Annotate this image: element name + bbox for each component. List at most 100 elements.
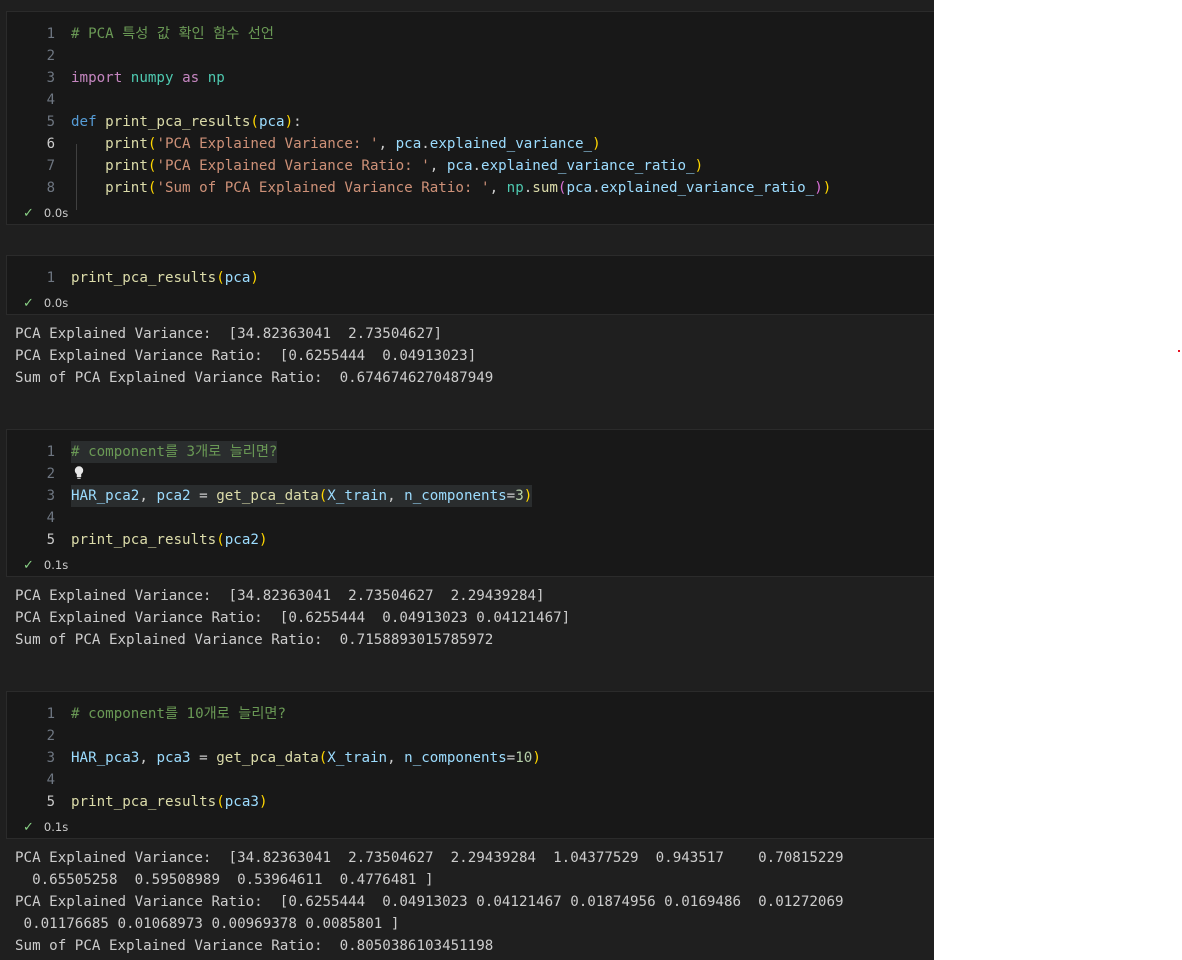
execution-time: 0.0s <box>43 296 69 310</box>
line-number: 6 <box>46 136 55 152</box>
code-token: = <box>506 488 516 504</box>
line-number: 8 <box>46 180 55 196</box>
code-token: = <box>506 750 516 766</box>
code-token: HAR_pca3 <box>71 750 140 766</box>
code-token: , <box>489 180 507 196</box>
line-number: 3 <box>46 70 55 86</box>
code-token: ( <box>318 488 328 504</box>
code-token: ) <box>814 180 823 196</box>
code-editor[interactable]: 1 print_pca_results(pca) <box>7 256 934 289</box>
code-line[interactable]: 4 <box>7 507 934 529</box>
code-token: print <box>105 158 148 174</box>
line-number: 1 <box>46 26 55 42</box>
code-token: 'PCA Explained Variance: ' <box>156 136 379 152</box>
code-token: get_pca_data <box>216 488 319 504</box>
code-token: , <box>387 488 405 504</box>
code-token: pca2 <box>224 532 259 548</box>
code-line[interactable]: 5 print_pca_results(pca2) <box>7 529 934 551</box>
code-token: numpy <box>130 70 174 86</box>
code-token: , <box>139 488 157 504</box>
marker-dot <box>1178 350 1180 352</box>
notebook: 1 # PCA 특성 값 확인 함수 선언 2 3 import numpy as np… <box>0 0 934 960</box>
code-line[interactable]: 2 <box>7 725 934 747</box>
cell-output-2: PCA Explained Variance: [34.82363041 2.7… <box>15 326 494 386</box>
code-cell-3[interactable]: 1 # component를 3개로 늘리면? 2 3 HAR_pca2, pca2 =… <box>6 429 934 577</box>
code-line[interactable]: 5 print_pca_results(pca3) <box>7 791 934 813</box>
code-token: 3 <box>515 488 524 504</box>
code-token: # component를 10개로 늘리면? <box>71 706 286 722</box>
line-number: 1 <box>46 270 55 286</box>
line-number: 4 <box>46 92 55 108</box>
code-line[interactable]: 1 # component를 3개로 늘리면? <box>7 441 934 463</box>
code-line[interactable]: 2 <box>7 463 934 485</box>
code-cell-2[interactable]: 1 print_pca_results(pca) ✓ 0.0s <box>6 255 934 315</box>
code-token: pca3 <box>156 750 191 766</box>
code-editor[interactable]: 1 # component를 3개로 늘리면? 2 3 HAR_pca2, pca2 =… <box>7 430 934 551</box>
code-token: pca <box>395 136 422 152</box>
cell-status: ✓ 0.1s <box>23 818 68 836</box>
code-token: np <box>506 180 524 196</box>
code-token: explained_variance_ <box>429 136 593 152</box>
code-text: def print_pca_results(pca): <box>71 111 302 133</box>
code-text: import numpy as np <box>71 67 225 89</box>
code-text: # PCA 특성 값 확인 함수 선언 <box>71 23 274 45</box>
code-token: . <box>421 136 430 152</box>
code-line[interactable]: 6 print('PCA Explained Variance: ', pca.… <box>7 133 934 155</box>
code-line[interactable]: 1 # component를 10개로 늘리면? <box>7 703 934 725</box>
code-line[interactable]: 8 print('Sum of PCA Explained Variance R… <box>7 177 934 199</box>
code-token: import <box>71 70 123 86</box>
code-line[interactable]: 1 # PCA 특성 값 확인 함수 선언 <box>7 23 934 45</box>
code-token: pca3 <box>224 794 259 810</box>
code-token: X_train <box>327 488 388 504</box>
code-text: print_pca_results(pca) <box>71 267 259 289</box>
code-token: as <box>182 70 200 86</box>
code-text: # component를 10개로 늘리면? <box>71 703 286 725</box>
check-icon: ✓ <box>23 820 34 835</box>
code-token: ) <box>822 180 832 196</box>
code-token: print_pca_results <box>105 114 251 130</box>
code-line[interactable]: 2 <box>7 45 934 67</box>
code-line[interactable]: 3 HAR_pca2, pca2 = get_pca_data(X_train, … <box>7 485 934 507</box>
code-token: def <box>71 114 97 130</box>
line-number: 3 <box>46 488 55 504</box>
check-icon: ✓ <box>23 558 34 573</box>
code-token: # component를 3개로 늘리면? <box>71 444 278 460</box>
cell-status: ✓ 0.0s <box>23 294 68 312</box>
code-text: print('PCA Explained Variance Ratio: ', … <box>71 155 703 177</box>
code-line[interactable]: 3 HAR_pca3, pca3 = get_pca_data(X_train, … <box>7 747 934 769</box>
code-token: print <box>105 180 148 196</box>
code-token: explained_variance_ratio_ <box>481 158 695 174</box>
code-text: print_pca_results(pca2) <box>71 529 267 551</box>
code-token: , <box>378 136 396 152</box>
lightbulb-icon[interactable] <box>73 465 85 481</box>
code-cell-1[interactable]: 1 # PCA 특성 값 확인 함수 선언 2 3 import numpy as np… <box>6 11 934 225</box>
code-line[interactable]: 3 import numpy as np <box>7 67 934 89</box>
code-cell-4[interactable]: 1 # component를 10개로 늘리면? 2 3 HAR_pca3, pca3 … <box>6 691 934 839</box>
code-line[interactable]: 7 print('PCA Explained Variance Ratio: '… <box>7 155 934 177</box>
code-token: : <box>293 114 302 130</box>
cell-output-3: PCA Explained Variance: [34.82363041 2.7… <box>15 588 571 648</box>
code-text: HAR_pca2, pca2 = get_pca_data(X_train, n… <box>71 485 533 507</box>
line-number: 7 <box>46 158 55 174</box>
code-token: , <box>429 158 447 174</box>
code-token: ( <box>216 270 225 286</box>
line-number: 2 <box>46 728 55 744</box>
code-line[interactable]: 4 <box>7 769 934 791</box>
code-token: n_components <box>404 488 507 504</box>
check-icon: ✓ <box>23 296 34 311</box>
code-line[interactable]: 1 print_pca_results(pca) <box>7 267 934 289</box>
code-line[interactable]: 4 <box>7 89 934 111</box>
line-number: 4 <box>46 772 55 788</box>
code-editor[interactable]: 1 # PCA 특성 값 확인 함수 선언 2 3 import numpy as np… <box>7 12 934 210</box>
code-token: ) <box>284 114 294 130</box>
code-token: sum <box>532 180 558 196</box>
execution-time: 0.0s <box>43 206 69 220</box>
code-line[interactable]: 5 def print_pca_results(pca): <box>7 111 934 133</box>
code-token: print_pca_results <box>71 532 217 548</box>
code-editor[interactable]: 1 # component를 10개로 늘리면? 2 3 HAR_pca3, pca3 … <box>7 692 934 813</box>
